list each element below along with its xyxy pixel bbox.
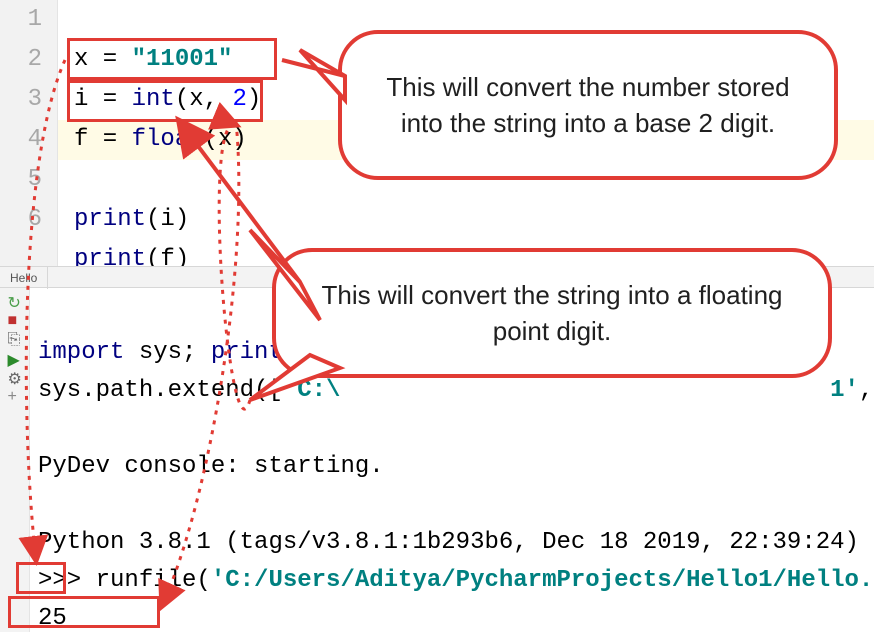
console-line [38, 491, 52, 518]
plus-icon[interactable]: + [8, 388, 22, 402]
annotation-box-out2 [8, 596, 160, 628]
console-line: >>> runfile('C:/Users/Aditya/PycharmProj… [38, 567, 874, 594]
root: 1 2 3 4 5 6 x = "11001" i = int(x, 2) f … [0, 0, 874, 632]
line-number: 6 [0, 200, 42, 240]
line-number: 4 [0, 120, 42, 160]
annotation-box-out1 [16, 562, 66, 594]
line-number: 2 [0, 40, 42, 80]
callout-int: This will convert the number stored into… [338, 30, 838, 180]
line-number: 5 [0, 160, 42, 200]
stop-icon[interactable]: ■ [8, 312, 22, 326]
callout-float: This will convert the string into a floa… [272, 248, 832, 378]
gear-icon[interactable]: ⚙ [8, 369, 22, 383]
console-line [38, 415, 52, 442]
console-line: sys.path.extend(['C:\ 1', [38, 377, 873, 404]
callout-text: This will convert the string into a floa… [306, 277, 798, 349]
annotation-box-float [67, 80, 263, 122]
code-line-4 [74, 166, 88, 193]
code-line-3: f = float(x) [74, 126, 247, 153]
line-number: 1 [0, 0, 42, 40]
editor-gutter: 1 2 3 4 5 6 [0, 0, 58, 266]
annotation-box-int [67, 38, 277, 80]
code-line-5: print(i) [74, 206, 189, 233]
scroll-icon[interactable]: ⎘ [8, 331, 22, 345]
console-line: Python 3.8.1 (tags/v3.8.1:1b293b6, Dec 1… [38, 529, 874, 556]
rerun-icon[interactable]: ↻ [8, 293, 22, 307]
line-number: 3 [0, 80, 42, 120]
console-tab-hello[interactable]: Hello [0, 267, 48, 289]
callout-text: This will convert the number stored into… [372, 69, 804, 141]
console-line: PyDev console: starting. [38, 453, 384, 480]
play-icon[interactable]: ▶ [8, 350, 22, 364]
